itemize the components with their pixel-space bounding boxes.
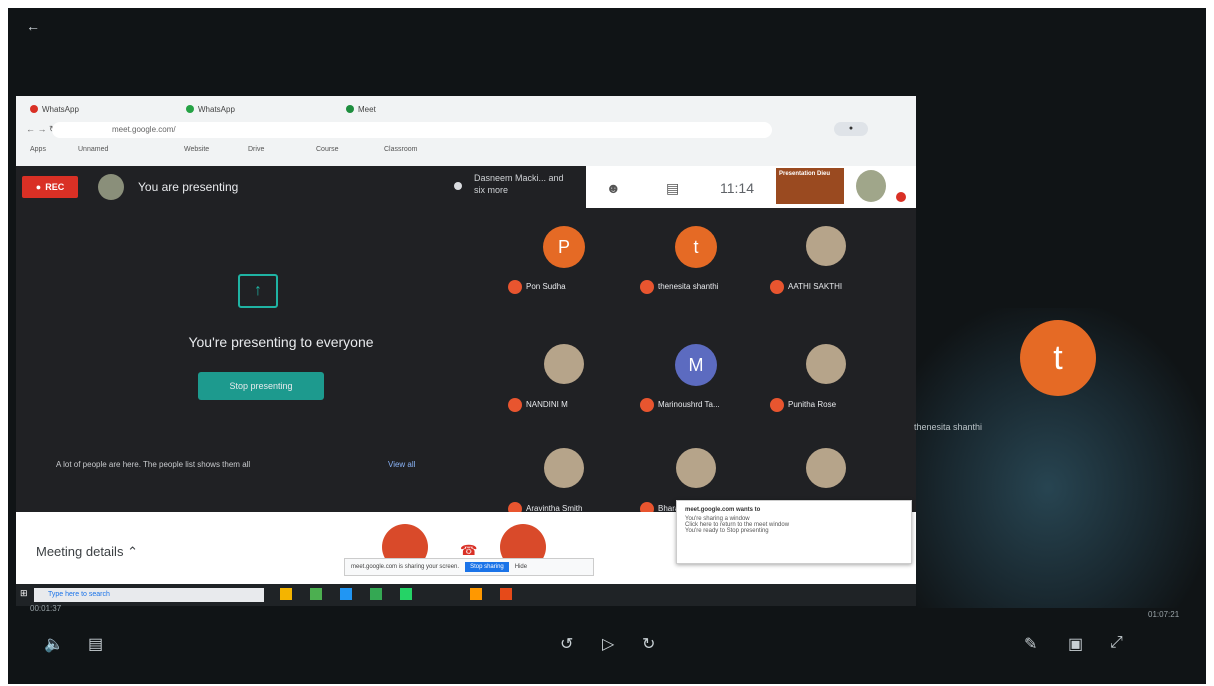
rec-label: REC	[45, 182, 65, 192]
speaker-avatar: t	[1020, 320, 1096, 396]
mic-muted-icon	[770, 280, 784, 294]
stop-presenting-button[interactable]: Stop presenting	[198, 372, 324, 400]
mic-muted-icon	[508, 280, 522, 294]
browser-tab-1[interactable]: WhatsApp	[30, 102, 79, 116]
participant-photo	[676, 448, 716, 488]
participant-avatar: t	[675, 226, 717, 268]
mic-muted-icon	[896, 192, 906, 202]
meeting-details-label: Meeting details	[36, 544, 124, 559]
people-note: A lot of people are here. The people lis…	[56, 460, 251, 469]
elapsed-time: 00:01:37	[30, 604, 62, 613]
clock-time: 11:14	[720, 180, 754, 196]
self-view-avatar	[856, 170, 886, 202]
tab-label: WhatsApp	[198, 104, 235, 114]
whatsapp-icon[interactable]	[400, 588, 412, 600]
total-time: 01:07:21	[1148, 610, 1180, 619]
bookmark-website[interactable]: Website	[184, 146, 209, 153]
tab-icon	[186, 105, 194, 113]
view-all-link[interactable]: View all	[388, 460, 415, 469]
browser-tab-3[interactable]: Meet	[346, 102, 376, 116]
participant-photo	[806, 226, 846, 266]
tab-icon	[30, 105, 38, 113]
play-icon[interactable]: ▷	[602, 634, 614, 654]
speaker-name: thenesita shanthi	[914, 422, 983, 432]
search-placeholder: Type here to search	[48, 591, 110, 598]
participant-photo	[544, 448, 584, 488]
presented-by: Dasneem Macki... and six more	[474, 173, 564, 195]
address-bar[interactable]: meet.google.com/	[52, 122, 772, 138]
participant-photo	[806, 344, 846, 384]
chevron-up-icon: ⌃	[127, 544, 138, 559]
back-arrow-icon[interactable]: ←	[26, 18, 40, 34]
snapshot-icon[interactable]: ▣	[1068, 634, 1083, 654]
chat-icon[interactable]: ▤	[666, 180, 679, 197]
presenting-status: You are presenting	[138, 180, 239, 194]
participant-name: Marinoushrd Ta...	[658, 400, 720, 409]
record-dot-icon: ●	[35, 182, 42, 192]
rewind-icon[interactable]: ↺	[560, 634, 573, 654]
store-icon[interactable]	[310, 588, 322, 600]
present-screen-icon: ↑	[238, 274, 278, 308]
screen-share-notification: meet.google.com is sharing your screen. …	[344, 558, 594, 576]
stop-sharing-button[interactable]: Stop sharing	[465, 562, 509, 572]
file-explorer-icon[interactable]	[280, 588, 292, 600]
shared-screen: WhatsApp WhatsApp Meet ← → ↻ meet.google…	[16, 96, 916, 584]
browser-tab-2[interactable]: WhatsApp	[186, 102, 235, 116]
recording-badge: ● REC	[22, 176, 78, 198]
taskbar-search-input[interactable]: Type here to search	[34, 588, 264, 602]
participant-avatar: P	[543, 226, 585, 268]
end-call-icon[interactable]: ☎	[460, 542, 477, 559]
avatar	[98, 174, 124, 200]
meeting-details-button[interactable]: Meeting details ⌃	[36, 544, 138, 560]
presentation-thumbnail[interactable]: Presentation Dieu	[776, 168, 844, 204]
participant-name: Pon Sudha	[526, 282, 566, 291]
bookmark-drive[interactable]: Drive	[248, 146, 264, 153]
mic-muted-icon	[508, 398, 522, 412]
popup-line: You're ready to Stop presenting	[685, 528, 769, 534]
forward-icon[interactable]: ↻	[642, 634, 655, 654]
participant-photo	[806, 448, 846, 488]
participant-name: Punitha Rose	[788, 400, 837, 409]
captions-icon[interactable]: ▤	[88, 634, 103, 654]
mic-muted-icon	[640, 280, 654, 294]
participant-avatar: M	[675, 344, 717, 386]
bookmark-course[interactable]: Course	[316, 146, 339, 153]
mic-muted-icon	[770, 398, 784, 412]
bookmark-unnamed[interactable]: Unnamed	[78, 146, 108, 153]
volume-icon[interactable]: 🔈	[44, 634, 64, 654]
tab-label: Meet	[358, 104, 376, 114]
participant-photo	[544, 344, 584, 384]
app-icon[interactable]	[470, 588, 482, 600]
mic-muted-icon	[640, 398, 654, 412]
profile-button[interactable]: ●	[834, 122, 868, 136]
mail-icon[interactable]	[340, 588, 352, 600]
tab-icon	[346, 105, 354, 113]
windows-start-icon[interactable]: ⊞	[20, 588, 28, 599]
popup-title: meet.google.com wants to	[685, 507, 761, 513]
fullscreen-icon[interactable]: ⤢	[1110, 634, 1123, 652]
url-text: meet.google.com/	[112, 125, 176, 134]
bookmark-apps[interactable]: Apps	[30, 146, 46, 153]
pen-icon[interactable]: ✎	[1024, 634, 1037, 654]
presenting-message: You're presenting to everyone	[188, 334, 374, 350]
presenter-icon	[454, 182, 462, 190]
video-frame: ← WhatsApp WhatsApp Meet ← → ↻ meet.goog…	[8, 8, 1206, 684]
sharing-popup[interactable]: meet.google.com wants to You're sharing …	[676, 500, 912, 564]
participant-name: AATHI SAKTHI	[788, 282, 843, 291]
chrome-icon[interactable]	[370, 588, 382, 600]
tab-label: WhatsApp	[42, 104, 79, 114]
notification-text: meet.google.com is sharing your screen.	[351, 564, 460, 570]
participant-name: thenesita shanthi	[658, 282, 719, 291]
people-icon[interactable]: ☻	[606, 180, 621, 196]
bookmark-classroom[interactable]: Classroom	[384, 146, 417, 153]
participant-name: NANDINI M	[526, 400, 568, 409]
hide-button[interactable]: Hide	[515, 564, 527, 570]
app-icon[interactable]	[500, 588, 512, 600]
